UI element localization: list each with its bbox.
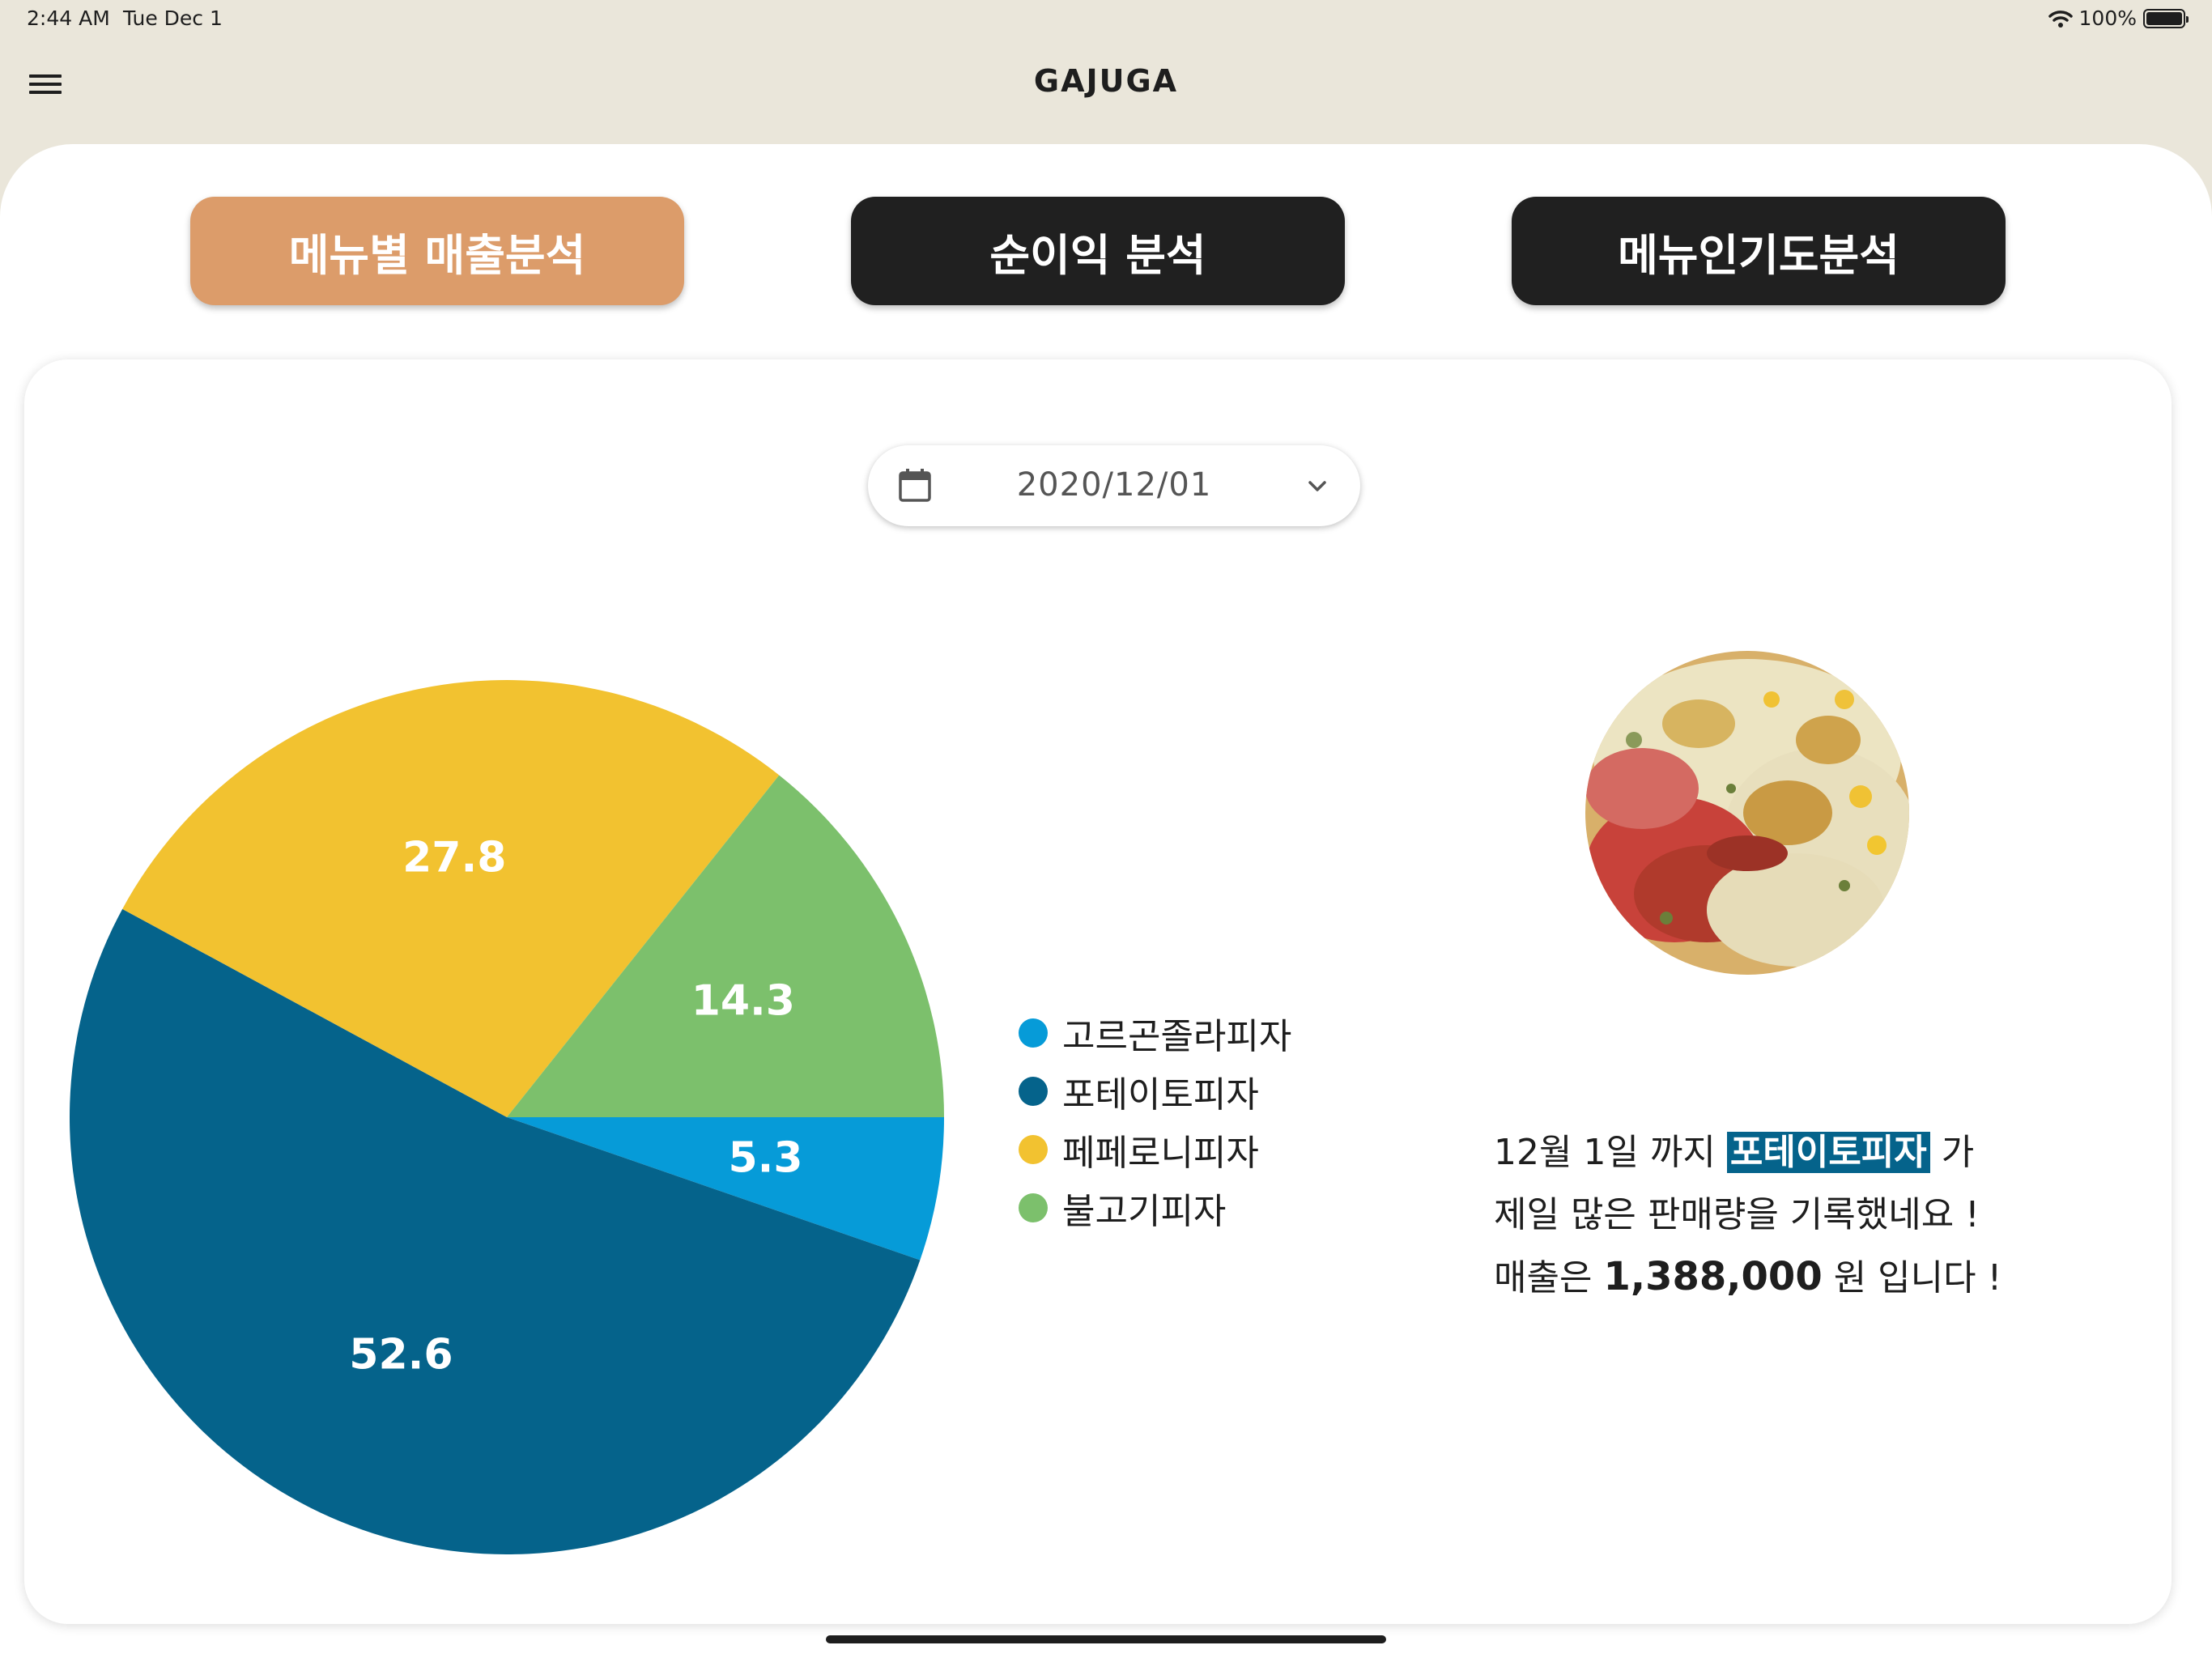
summary-line-1: 12월 1일 까지 포테이토피자 가 xyxy=(1494,1121,2001,1184)
sales-summary: 12월 1일 까지 포테이토피자 가 제일 많은 판매량을 기록했네요 ! 매출… xyxy=(1494,1121,2001,1309)
summary-sales-label: 매출은 xyxy=(1494,1257,1593,1299)
pie-slice-value-label: 52.6 xyxy=(349,1331,453,1380)
legend-item: 불고기피자 xyxy=(1019,1179,1291,1237)
legend-dot xyxy=(1019,1077,1048,1106)
legend-label: 불고기피자 xyxy=(1062,1191,1227,1232)
legend-item: 포테이토피자 xyxy=(1019,1062,1291,1120)
summary-date-text: 12월 1일 까지 xyxy=(1494,1132,1716,1173)
sales-amount: 1,388,000 xyxy=(1603,1254,1823,1299)
legend-item: 페페로니피자 xyxy=(1019,1120,1291,1179)
legend-dot xyxy=(1019,1135,1048,1164)
pizza-photo xyxy=(1585,651,1909,975)
summary-line-2: 제일 많은 판매량을 기록했네요 ! xyxy=(1494,1194,1980,1235)
legend-item: 고르곤졸라피자 xyxy=(1019,1004,1291,1062)
legend-label: 고르곤졸라피자 xyxy=(1062,1016,1292,1057)
top-menu-highlight: 포테이토피자 xyxy=(1726,1132,1930,1173)
legend-dot xyxy=(1019,1018,1048,1048)
pie-slice-value-label: 14.3 xyxy=(691,976,795,1025)
legend-label: 페페로니피자 xyxy=(1062,1133,1259,1174)
legend-label: 포테이토피자 xyxy=(1062,1074,1259,1116)
summary-particle: 가 xyxy=(1941,1132,1975,1173)
summary-currency-text: 원 입니다 ! xyxy=(1833,1257,2002,1299)
legend-dot xyxy=(1019,1193,1048,1222)
home-indicator xyxy=(826,1635,1386,1643)
summary-line-3: 매출은 1,388,000 원 입니다 ! xyxy=(1494,1246,2001,1309)
pie-slice-value-label: 27.8 xyxy=(402,834,506,882)
pie-slice-value-label: 5.3 xyxy=(728,1134,802,1183)
chart-legend: 고르곤졸라피자 포테이토피자 페페로니피자 불고기피자 xyxy=(1019,1004,1291,1237)
